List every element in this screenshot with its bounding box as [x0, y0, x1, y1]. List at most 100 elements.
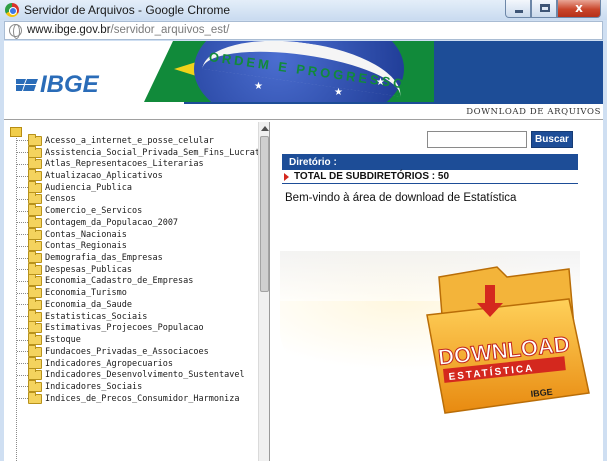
folder-label[interactable]: Indices_de_Precos_Consumidor_Harmoniza: [45, 394, 239, 404]
tree-folder-item[interactable]: Estimativas_Projecoes_Populacao: [16, 321, 260, 335]
folder-label[interactable]: Assistencia_Social_Privada_Sem_Fins_Lucr…: [45, 148, 260, 158]
divider: [4, 119, 603, 120]
tree-connector: [17, 198, 28, 200]
tree-connector: [17, 175, 28, 177]
tree-connector: [17, 339, 28, 341]
folder-icon: [28, 274, 42, 287]
scroll-thumb[interactable]: [260, 136, 269, 292]
tree-folder-item[interactable]: Comercio_e_Servicos: [16, 204, 260, 217]
title-bar[interactable]: Servidor de Arquivos - Google Chrome x: [0, 0, 607, 20]
folder-icon: [28, 157, 42, 170]
folder-icon: [28, 333, 42, 346]
directory-panel: Diretório : TOTAL DE SUBDIRETÓRIOS : 50: [282, 154, 578, 189]
folder-label[interactable]: Economia_Turismo: [45, 288, 127, 298]
folder-icon: [28, 321, 42, 334]
tree-folder-item[interactable]: Atualizacao_Aplicativos: [16, 169, 260, 182]
directory-total-row: TOTAL DE SUBDIRETÓRIOS : 50: [282, 170, 578, 184]
window-controls: x: [505, 0, 601, 18]
folder-label[interactable]: Indicadores_Agropecuarios: [45, 359, 173, 369]
folder-icon: [28, 169, 42, 182]
folder-label[interactable]: Contas_Nacionais: [45, 230, 127, 240]
banner-strip: [184, 102, 603, 104]
folder-icon: [28, 145, 42, 158]
tree-connector: [17, 363, 28, 365]
tree-connector: [17, 398, 28, 400]
tree-folder-item[interactable]: Assistencia_Social_Privada_Sem_Fins_Lucr…: [16, 145, 260, 159]
folder-label[interactable]: Estatisticas_Sociais: [45, 312, 147, 322]
folder-label[interactable]: Indicadores_Desenvolvimento_Sustentavel: [45, 370, 245, 380]
tree-folder-item[interactable]: Economia_Cadastro_de_Empresas: [16, 274, 260, 288]
tree-folder-item[interactable]: Audiencia_Publica: [16, 180, 260, 194]
folder-label[interactable]: Economia_da_Saude: [45, 300, 132, 310]
folder-icon: [28, 192, 42, 205]
tree-folder-item[interactable]: Indicadores_Agropecuarios: [16, 356, 260, 370]
tree-folder-item[interactable]: Atlas_Representacoes_Literarias: [16, 157, 260, 170]
tree-connector: [17, 304, 28, 306]
tree-folder-item[interactable]: Economia_da_Saude: [16, 297, 260, 311]
ibge-logo-text: IBGE: [40, 71, 99, 98]
search-button[interactable]: Buscar: [531, 131, 573, 148]
directory-header: Diretório :: [282, 154, 578, 170]
window-title: Servidor de Arquivos - Google Chrome: [24, 3, 231, 17]
tree-folder-item[interactable]: Contagem_da_Populacao_2007: [16, 215, 260, 229]
tree-folder-item[interactable]: Contas_Regionais: [16, 239, 260, 252]
tree-folder-item[interactable]: Indicadores_Sociais: [16, 379, 260, 393]
minimize-icon: [515, 10, 523, 13]
welcome-text: Bem-vindo à área de download de Estatíst…: [285, 192, 517, 204]
tree-connector: [17, 269, 28, 271]
tree-folder-item[interactable]: Economia_Turismo: [16, 286, 260, 299]
folder-label[interactable]: Acesso_a_internet_e_posse_celular: [45, 136, 214, 146]
tree-folder-item[interactable]: Contas_Nacionais: [16, 227, 260, 241]
ibge-banner: IBGE ORDEM E PROGRESSO ★ ★ ★: [4, 41, 603, 102]
banner-blue-area: [434, 41, 603, 102]
address-bar[interactable]: www.ibge.gov.br/servidor_arquivos_est/: [4, 21, 603, 40]
url-text[interactable]: www.ibge.gov.br/servidor_arquivos_est/: [27, 24, 229, 36]
scroll-up-icon[interactable]: [261, 126, 269, 131]
tree-folder-item[interactable]: Despesas_Publicas: [16, 262, 260, 276]
subdirectory-total: TOTAL DE SUBDIRETÓRIOS : 50: [294, 171, 450, 182]
url-host: www.ibge.gov.br: [27, 24, 111, 36]
tree-connector: [17, 140, 28, 142]
minimize-button[interactable]: [505, 0, 531, 18]
folder-label[interactable]: Indicadores_Sociais: [45, 382, 142, 392]
folder-label[interactable]: Despesas_Publicas: [45, 265, 132, 275]
tree-folder-item[interactable]: Estatisticas_Sociais: [16, 309, 260, 323]
tree-folder-item[interactable]: Acesso_a_internet_e_posse_celular: [16, 133, 260, 147]
maximize-icon: [540, 4, 550, 12]
tree-folder-item[interactable]: Estoque: [16, 333, 260, 346]
folder-label[interactable]: Demografia_das_Empresas: [45, 253, 163, 263]
tree-connector: [17, 257, 28, 259]
folder-label[interactable]: Contagem_da_Populacao_2007: [45, 218, 178, 228]
folder-label[interactable]: Atlas_Representacoes_Literarias: [45, 159, 204, 169]
folder-label[interactable]: Contas_Regionais: [45, 241, 127, 251]
star-icon: ★: [254, 81, 263, 92]
page-content: IBGE ORDEM E PROGRESSO ★ ★ ★ DOWNLOAD DE…: [4, 41, 603, 461]
close-icon: x: [575, 1, 583, 15]
tree-folder-item[interactable]: Indices_de_Precos_Consumidor_Harmoniza: [16, 391, 260, 405]
folder-label[interactable]: Censos: [45, 194, 76, 204]
tree-scrollbar[interactable]: [258, 122, 269, 461]
folder-icon: [28, 180, 42, 193]
folder-label[interactable]: Fundacoes_Privadas_e_Associacoes: [45, 347, 209, 357]
folder-label[interactable]: Economia_Cadastro_de_Empresas: [45, 276, 193, 286]
folder-icon: [28, 368, 42, 381]
section-title: DOWNLOAD DE ARQUIVOS: [466, 107, 601, 117]
folder-label[interactable]: Atualizacao_Aplicativos: [45, 171, 163, 181]
folder-label[interactable]: Audiencia_Publica: [45, 183, 132, 193]
folder-icon: [28, 215, 42, 228]
tree-folder-item[interactable]: Censos: [16, 192, 260, 206]
close-button[interactable]: x: [557, 0, 601, 18]
tree-folder-item[interactable]: Demografia_das_Empresas: [16, 251, 260, 264]
search-input[interactable]: [427, 131, 527, 148]
tree-connector: [17, 234, 28, 236]
tree-folder-item[interactable]: Fundacoes_Privadas_e_Associacoes: [16, 344, 260, 358]
folder-label[interactable]: Estoque: [45, 335, 81, 345]
ibge-logo-icon: [16, 79, 38, 91]
folder-label[interactable]: Comercio_e_Servicos: [45, 206, 142, 216]
folder-label[interactable]: Estimativas_Projecoes_Populacao: [45, 323, 204, 333]
tree-connector: [17, 187, 28, 189]
tree-folder-item[interactable]: Indicadores_Desenvolvimento_Sustentavel: [16, 368, 260, 381]
tree-connector: [17, 386, 28, 388]
maximize-button[interactable]: [531, 0, 557, 18]
download-folder-icon: DOWNLOAD ESTATÍSTICA IBGE: [426, 266, 590, 414]
